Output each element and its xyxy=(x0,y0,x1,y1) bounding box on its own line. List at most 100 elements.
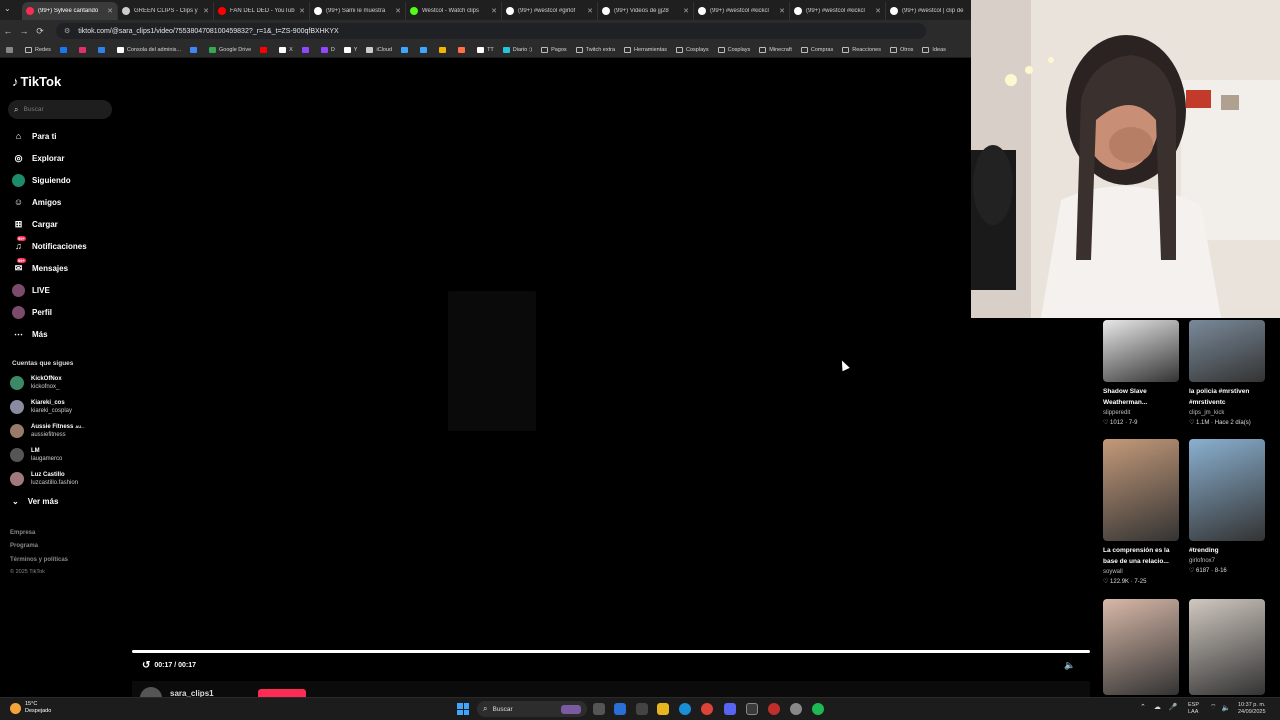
taskbar-search[interactable]: ⌕ Buscar xyxy=(477,701,587,717)
app-icon[interactable] xyxy=(636,703,648,715)
video-progress-bar[interactable] xyxy=(132,650,1090,653)
recommended-video-card[interactable] xyxy=(1103,599,1179,695)
settings-icon[interactable] xyxy=(790,703,802,715)
bookmark-item[interactable] xyxy=(78,46,89,53)
bookmark-item[interactable] xyxy=(190,46,200,53)
task-view-icon[interactable] xyxy=(593,703,605,715)
bookmark-folder[interactable]: Cosplays xyxy=(676,46,709,53)
nav-item-explorar[interactable]: ◎ Explorar xyxy=(12,151,65,165)
nav-item-ms[interactable]: ⋯ Más xyxy=(12,327,48,341)
browser-tab[interactable]: FAN DEL DED - YouTub ✕ xyxy=(214,2,310,20)
obs-icon[interactable] xyxy=(768,703,780,715)
browser-tab[interactable]: (99+) Sami le muestra ✕ xyxy=(310,2,406,20)
video-author[interactable]: soywall xyxy=(1103,567,1179,577)
browser-tab[interactable]: (99+) #westcol #kickcl ✕ xyxy=(790,2,886,20)
browser-tab[interactable]: (99+) #westcol | clip de✕ xyxy=(886,2,982,20)
footer-link[interactable]: Programa xyxy=(10,543,38,549)
address-bar[interactable]: ⚙ tiktok.com/@sara_clips1/video/75538047… xyxy=(56,23,926,39)
bookmark-folder[interactable]: Redes xyxy=(25,46,51,53)
bookmark-folder[interactable]: Twitch extra xyxy=(575,46,615,53)
footer-link[interactable]: Términos y políticas xyxy=(10,557,68,563)
video-thumbnail[interactable] xyxy=(1103,439,1179,541)
tiktok-logo[interactable]: ♪ TikTok xyxy=(12,74,61,89)
bookmark-item[interactable]: X xyxy=(279,46,293,53)
bookmark-item[interactable] xyxy=(97,46,108,53)
bookmark-folder[interactable]: Minecraft xyxy=(759,46,792,53)
weather-widget[interactable]: 15°C Despejado xyxy=(10,701,51,715)
apps-icon[interactable] xyxy=(6,46,16,53)
tab-close-icon[interactable]: ✕ xyxy=(779,7,785,15)
bookmark-item[interactable]: Google Drive xyxy=(209,46,251,53)
cloud-icon[interactable]: ☁ xyxy=(1154,703,1161,711)
discord-icon[interactable] xyxy=(724,703,736,715)
network-volume-icons[interactable]: ⌔ 🔈 xyxy=(1210,703,1230,712)
video-author[interactable]: girlofnox7 xyxy=(1189,556,1265,566)
tab-close-icon[interactable]: ✕ xyxy=(683,7,689,15)
copilot-icon[interactable] xyxy=(614,703,626,715)
tab-search-icon[interactable]: ⌄ xyxy=(4,4,16,16)
nav-item-parati[interactable]: ⌂ Para ti xyxy=(12,129,57,143)
bookmark-folder[interactable]: Otros xyxy=(889,46,913,53)
bookmark-item[interactable] xyxy=(439,46,449,53)
followed-account[interactable]: KickOfNox kickofnox_ xyxy=(10,373,62,393)
nav-item-mensajes[interactable]: ✉ 99+ Mensajes xyxy=(12,257,68,275)
bookmark-folder[interactable]: Pagos xyxy=(541,46,567,53)
chrome-active-icon[interactable] xyxy=(746,703,758,715)
recommended-video-card[interactable] xyxy=(1189,599,1265,695)
browser-tab[interactable]: (99+) #westcol #kickcl ✕ xyxy=(694,2,790,20)
tab-close-icon[interactable]: ✕ xyxy=(107,7,113,15)
bookmark-item[interactable] xyxy=(420,46,430,53)
bookmark-item[interactable]: iCloud xyxy=(366,46,392,53)
footer-link[interactable]: Empresa xyxy=(10,530,35,536)
search-input[interactable]: ⌕ Buscar xyxy=(8,100,112,119)
bookmark-folder[interactable]: Herramientas xyxy=(624,46,667,53)
video-thumbnail[interactable] xyxy=(1189,439,1265,541)
forward-icon[interactable]: → xyxy=(16,26,32,36)
site-info-icon[interactable]: ⚙ xyxy=(64,27,70,35)
bookmark-folder[interactable]: Cosplays xyxy=(717,46,750,53)
browser-tab[interactable]: Westcol - Watch clips ✕ xyxy=(406,2,502,20)
chrome-icon[interactable] xyxy=(701,703,713,715)
bookmark-item[interactable] xyxy=(458,46,468,53)
tab-close-icon[interactable]: ✕ xyxy=(587,7,593,15)
nav-item-siguiendo[interactable]: Siguiendo xyxy=(12,173,71,187)
windows-start-icon[interactable] xyxy=(457,703,469,715)
tab-close-icon[interactable]: ✕ xyxy=(875,7,881,15)
nav-item-cargar[interactable]: ⊞ Cargar xyxy=(12,217,58,231)
followed-account[interactable]: Luz Castillo luzcastillo.fashion xyxy=(10,469,78,489)
video-author[interactable]: slipperedit xyxy=(1103,408,1179,418)
browser-tab[interactable]: (99+) Sylvee cantando ✕ xyxy=(22,2,118,20)
video-thumbnail[interactable] xyxy=(1189,320,1265,382)
bookmark-item[interactable] xyxy=(401,46,411,53)
browser-tab[interactable]: GREEN CLIPS - Clips y ✕ xyxy=(118,2,214,20)
language-indicator[interactable]: ESP LAA xyxy=(1188,702,1199,716)
bookmark-item[interactable]: TT xyxy=(477,46,494,53)
bookmark-item[interactable]: Diario :) xyxy=(502,46,532,53)
spotify-icon[interactable] xyxy=(812,703,824,715)
recommended-video-card[interactable]: #trending girlofnox7 ♡ 6187 · 8-16 xyxy=(1189,439,1265,576)
browser-tab[interactable]: (99+) Videos de jjj28 ✕ xyxy=(598,2,694,20)
video-thumbnail[interactable] xyxy=(1103,320,1179,382)
bookmark-item[interactable]: Consola del adminis... xyxy=(116,46,181,53)
tab-close-icon[interactable]: ✕ xyxy=(491,7,497,15)
recommended-video-card[interactable]: La comprensión es la base de una relacio… xyxy=(1103,439,1179,587)
bookmark-item[interactable]: D xyxy=(320,46,335,53)
volume-icon[interactable]: 🔈 xyxy=(1064,660,1075,671)
tab-close-icon[interactable]: ✕ xyxy=(395,7,401,15)
replay-icon[interactable]: ↺ xyxy=(142,660,150,671)
chevron-up-icon[interactable]: ⌃ xyxy=(1140,703,1146,711)
back-icon[interactable]: ← xyxy=(0,26,16,36)
tab-close-icon[interactable]: ✕ xyxy=(203,7,209,15)
followed-account[interactable]: Aussie Fitness AU... aussiefitness xyxy=(10,421,84,441)
reload-icon[interactable]: ⟳ xyxy=(32,26,48,37)
nav-item-perfil[interactable]: Perfil xyxy=(12,305,52,319)
bookmark-folder[interactable]: Compras xyxy=(800,46,833,53)
video-thumbnail[interactable] xyxy=(1189,599,1265,695)
system-clock[interactable]: 10:37 p. m. 24/09/2025 xyxy=(1238,702,1266,716)
system-tray[interactable]: ⌃ ☁ 🎤 xyxy=(1140,703,1178,711)
file-explorer-icon[interactable] xyxy=(657,703,669,715)
recommended-video-card[interactable]: la policia #mrstiven #mrstiventc clips_jm… xyxy=(1189,320,1265,428)
bookmark-item[interactable] xyxy=(59,46,70,53)
bookmark-item[interactable]: Y xyxy=(343,46,357,53)
bookmark-folder[interactable]: Reacciones xyxy=(842,46,881,53)
